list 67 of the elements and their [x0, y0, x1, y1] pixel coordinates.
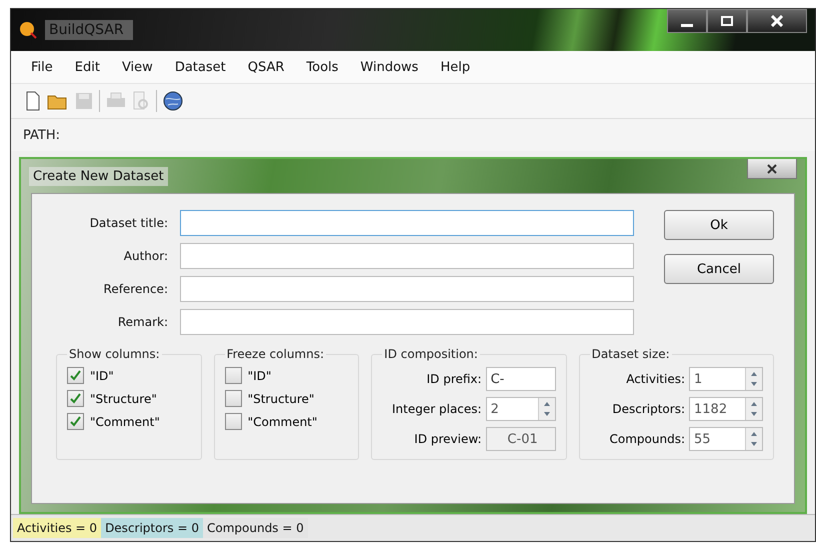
group-title: Dataset size: [590, 347, 671, 361]
input-field[interactable] [180, 210, 634, 236]
menu-item[interactable]: Help [432, 60, 484, 74]
globe-icon[interactable] [163, 91, 183, 111]
field-label: Author: [122, 249, 168, 263]
maximize-icon [721, 16, 733, 26]
new-document-icon[interactable] [25, 91, 41, 111]
close-button[interactable] [747, 159, 797, 179]
spin-field[interactable]: 1 [689, 367, 763, 391]
checkbox[interactable] [67, 390, 84, 407]
checkbox-label[interactable]: "Structure" [90, 392, 157, 406]
field-label: ID prefix: [426, 372, 482, 386]
status-text: Descriptors = 0 [101, 518, 203, 538]
spin-field[interactable]: 55 [689, 427, 763, 451]
close-icon [767, 164, 777, 174]
spin-arrows-icon[interactable] [745, 368, 762, 390]
checkbox-label[interactable]: "ID" [90, 368, 114, 382]
field-label: Integer places: [392, 402, 482, 416]
field-label: Descriptors: [612, 402, 685, 416]
spin-field[interactable]: 1182 [689, 397, 763, 421]
group-title: ID composition: [383, 347, 479, 361]
field-label: ID preview: [414, 432, 482, 446]
text-field[interactable]: C- [486, 367, 556, 391]
checkbox-label[interactable]: "Comment" [90, 414, 160, 428]
checkbox[interactable] [224, 367, 242, 384]
minimize-button[interactable] [667, 9, 707, 33]
menu-item[interactable]: Tools [298, 60, 352, 74]
input-field[interactable] [180, 309, 634, 335]
input-field[interactable] [180, 276, 634, 302]
maximize-button[interactable] [707, 9, 747, 33]
checkbox-label[interactable]: "Structure" [248, 392, 314, 406]
field-label: Reference: [102, 282, 168, 296]
window-title: BuildQSAR [45, 20, 133, 40]
ok-button[interactable]: Ok [664, 210, 774, 240]
cancel-button[interactable]: Cancel [664, 254, 774, 284]
field-label: Activities: [626, 372, 685, 386]
menu-item[interactable]: Edit [66, 60, 114, 74]
preview-field: C-01 [486, 427, 556, 451]
field-label: Compounds: [610, 432, 685, 446]
close-icon [771, 15, 783, 27]
checkbox-label[interactable]: "ID" [248, 368, 272, 382]
checkbox[interactable] [224, 413, 242, 430]
status-text: Compounds = 0 [202, 518, 308, 538]
checkbox[interactable] [67, 413, 84, 430]
field-label: Dataset title: [88, 216, 168, 230]
status-text: Activities = 0 [13, 518, 102, 538]
spin-arrows-icon[interactable] [538, 398, 555, 420]
checkbox[interactable] [67, 367, 84, 384]
minimize-icon [681, 24, 693, 26]
menu-item[interactable]: File [23, 60, 67, 74]
menu-item[interactable]: Windows [352, 60, 432, 74]
group-title: Freeze columns: [226, 347, 326, 361]
field-label: Remark: [116, 315, 168, 329]
menu-item[interactable]: View [114, 60, 167, 74]
menu-item[interactable]: QSAR [240, 60, 298, 74]
checkbox-label[interactable]: "Comment" [248, 414, 318, 428]
input-field[interactable] [180, 243, 634, 269]
spin-field[interactable]: 2 [486, 397, 556, 421]
app-logo-icon [19, 21, 37, 39]
checkbox[interactable] [224, 390, 242, 407]
spin-arrows-icon[interactable] [745, 398, 762, 420]
dialog-title: Create New Dataset [29, 166, 168, 186]
path-label: PATH: [23, 128, 60, 142]
close-button[interactable] [747, 9, 807, 33]
menu-item[interactable]: Dataset [166, 60, 240, 74]
group-title: Show columns: [68, 347, 161, 361]
spin-arrows-icon[interactable] [745, 428, 762, 450]
